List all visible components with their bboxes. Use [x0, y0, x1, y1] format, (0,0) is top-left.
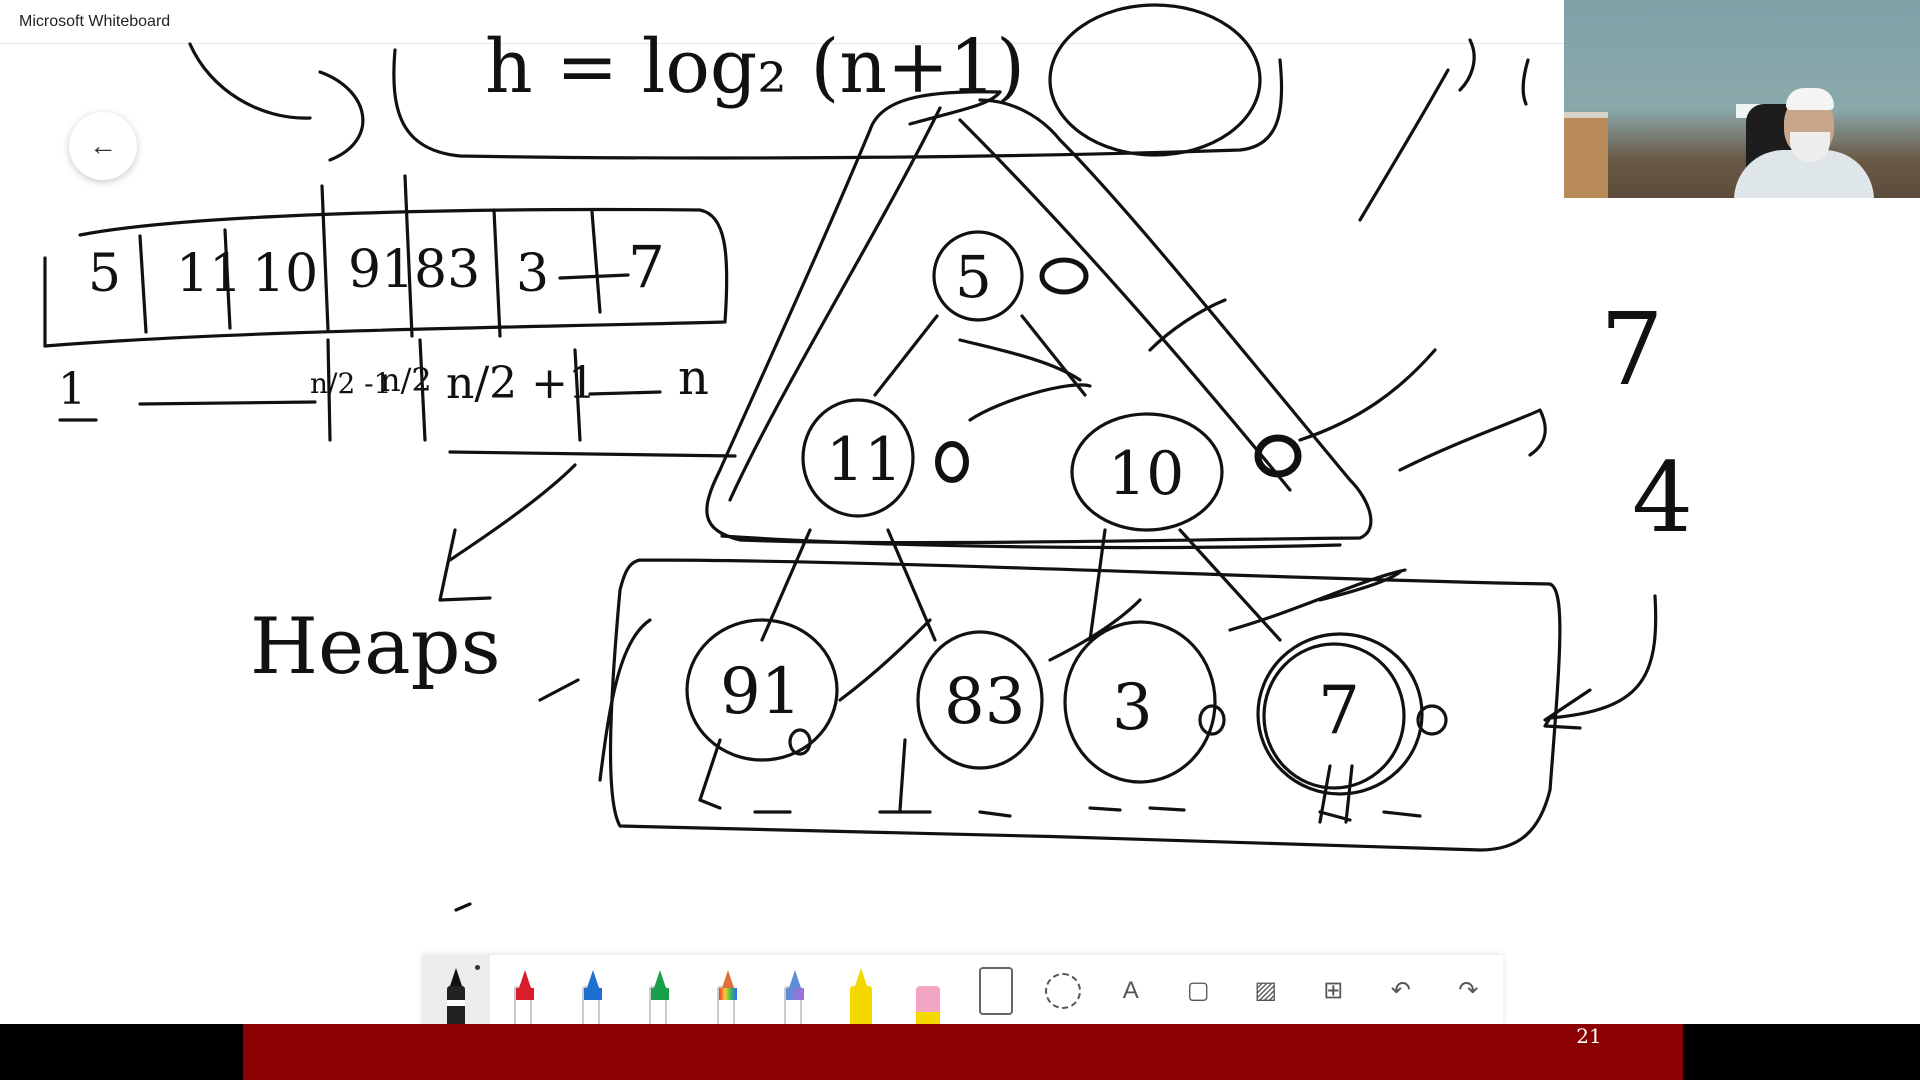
array-cell-6: 3: [516, 244, 550, 304]
slide-number: 21: [1576, 1024, 1602, 1048]
video-shelf: [1564, 118, 1608, 198]
black-pen-icon: [446, 968, 465, 1026]
blue-pen-tool[interactable]: [557, 955, 625, 1026]
index-mid: n/2: [380, 361, 432, 399]
tree-root-value: 5: [955, 243, 992, 311]
leaf-3-value: 3: [1112, 671, 1153, 745]
undo-icon: ↶: [1390, 977, 1411, 1004]
galaxy-pen-tool[interactable]: [760, 955, 828, 1026]
tree-node-right-value: 10: [1108, 439, 1185, 509]
lasso-icon: [1045, 972, 1082, 1009]
highlighter-icon: [849, 968, 872, 1026]
array-cell-7: 7: [628, 233, 665, 301]
array-cell-1: 5: [88, 244, 122, 304]
height-formula: h = log₂ (n+1): [485, 24, 1025, 110]
redo-button[interactable]: ↷: [1435, 955, 1503, 1026]
text-tool[interactable]: A: [1097, 955, 1165, 1026]
galaxy-pen-icon: [784, 970, 805, 1026]
red-pen-tool[interactable]: [490, 955, 558, 1026]
text-icon: A: [1122, 976, 1139, 1004]
footer-red-band: [243, 1024, 1683, 1080]
back-button[interactable]: ←: [69, 112, 137, 180]
webcam-video: [1564, 0, 1920, 198]
red-pen-icon: [514, 970, 535, 1026]
video-person-cap: [1786, 88, 1834, 110]
ruler-tool[interactable]: [962, 955, 1030, 1026]
index-last: n: [678, 350, 709, 406]
leaf-2-value: 83: [944, 665, 1026, 739]
green-pen-tool[interactable]: [625, 955, 693, 1026]
array-cell-4: 91: [348, 240, 415, 300]
add-icon: ⊞: [1323, 977, 1344, 1004]
sticky-note-tool[interactable]: ▢: [1165, 955, 1233, 1026]
presentation-footer: [0, 1024, 1920, 1080]
array-cell-3: 10: [252, 244, 319, 304]
index-mid-right: n/2 +1: [446, 358, 597, 409]
rainbow-pen-icon: [716, 970, 737, 1026]
ruler-icon: [978, 966, 1013, 1015]
ink-toolbar: A ▢ ▨ ⊞ ↶ ↷: [422, 955, 1503, 1026]
green-pen-icon: [649, 970, 670, 1026]
redo-icon: ↷: [1458, 977, 1479, 1004]
eraser-icon: [916, 986, 941, 1026]
black-pen-tool[interactable]: [422, 955, 490, 1026]
blue-pen-icon: [581, 970, 602, 1026]
eraser-tool[interactable]: [895, 955, 963, 1026]
rainbow-pen-tool[interactable]: [692, 955, 760, 1026]
image-icon: ▨: [1254, 977, 1278, 1004]
side-number-four: 4: [1632, 442, 1694, 554]
sticky-note-icon: ▢: [1186, 977, 1210, 1004]
leaf-1-value: 91: [720, 655, 802, 729]
array-cell-5: 83: [414, 240, 481, 300]
highlighter-tool[interactable]: [827, 955, 895, 1026]
array-cell-2: 11: [176, 244, 243, 304]
undo-button[interactable]: ↶: [1367, 955, 1435, 1026]
heaps-heading: Heaps: [250, 602, 501, 692]
leaf-4-value: 7: [1318, 672, 1360, 749]
add-tool[interactable]: ⊞: [1300, 955, 1368, 1026]
side-number-seven: 7: [1600, 291, 1664, 408]
lasso-tool[interactable]: [1030, 955, 1098, 1026]
arrow-left-icon: ←: [89, 130, 117, 161]
tree-node-left-value: 11: [826, 425, 903, 495]
selected-indicator: [474, 965, 480, 970]
index-first: 1: [58, 364, 86, 415]
image-tool[interactable]: ▨: [1232, 955, 1300, 1026]
